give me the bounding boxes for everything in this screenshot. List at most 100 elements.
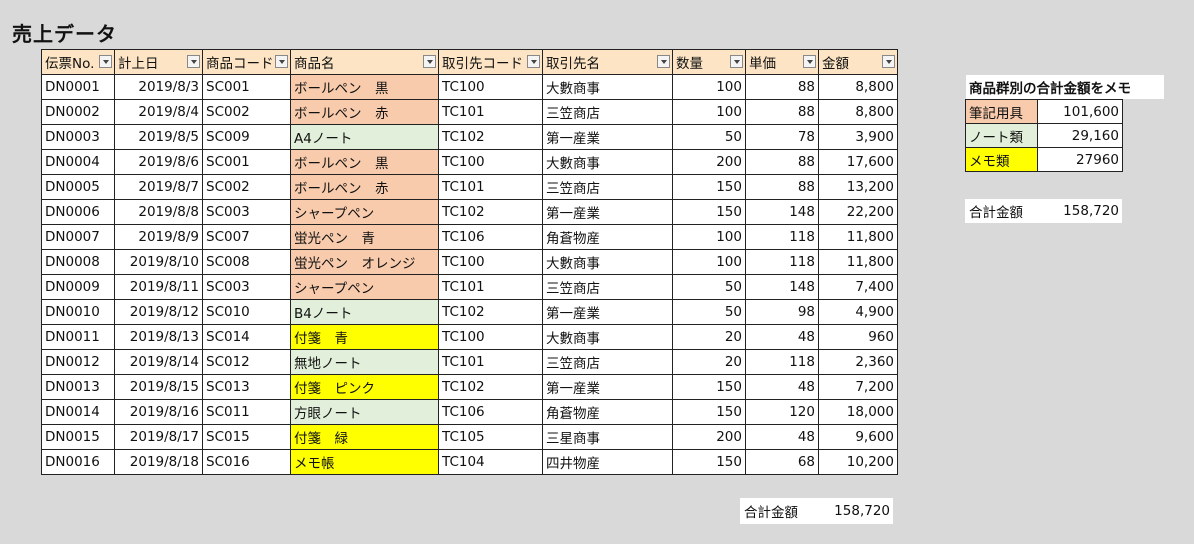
memo-category[interactable]: メモ類 <box>965 147 1038 172</box>
cell[interactable]: TC100 <box>438 324 543 350</box>
cell[interactable]: 118 <box>745 249 819 275</box>
filter-dropdown-icon[interactable] <box>657 55 670 68</box>
cell[interactable]: TC100 <box>438 249 543 275</box>
cell[interactable]: 第一産業 <box>542 299 673 325</box>
cell[interactable]: 98 <box>745 299 819 325</box>
cell[interactable]: 18,000 <box>818 399 898 425</box>
cell[interactable]: 三笠商店 <box>542 349 673 375</box>
cell[interactable]: 88 <box>745 149 819 175</box>
cell[interactable]: 118 <box>745 349 819 375</box>
cell[interactable]: 2019/8/17 <box>114 424 203 450</box>
cell[interactable]: DN0008 <box>41 249 115 275</box>
cell[interactable]: ボールペン 赤 <box>290 174 439 200</box>
cell[interactable]: SC009 <box>202 124 291 150</box>
cell[interactable]: 20 <box>672 349 746 375</box>
cell[interactable]: 付箋 ピンク <box>290 374 439 400</box>
cell[interactable]: 50 <box>672 274 746 300</box>
cell[interactable]: 7,200 <box>818 374 898 400</box>
column-header[interactable]: 伝票No. <box>41 49 115 75</box>
cell[interactable]: 50 <box>672 124 746 150</box>
cell[interactable]: TC100 <box>438 74 543 100</box>
memo-total-label[interactable]: 合計金額 <box>965 201 1049 221</box>
memo-title[interactable]: 商品群別の合計金額をメモ <box>966 75 1164 99</box>
cell[interactable]: DN0007 <box>41 224 115 250</box>
cell[interactable]: TC104 <box>438 449 543 475</box>
cell[interactable]: SC003 <box>202 199 291 225</box>
column-header[interactable]: 金額 <box>818 49 898 75</box>
memo-value[interactable]: 29,160 <box>1037 123 1123 148</box>
cell[interactable]: DN0011 <box>41 324 115 350</box>
cell[interactable]: SC008 <box>202 249 291 275</box>
cell[interactable]: 2019/8/4 <box>114 99 203 125</box>
cell[interactable]: 8,800 <box>818 99 898 125</box>
memo-value[interactable]: 101,600 <box>1037 99 1123 124</box>
cell[interactable]: SC012 <box>202 349 291 375</box>
cell[interactable]: TC100 <box>438 149 543 175</box>
filter-dropdown-icon[interactable] <box>803 55 816 68</box>
cell[interactable]: TC101 <box>438 274 543 300</box>
cell[interactable]: 角蒼物産 <box>542 224 673 250</box>
cell[interactable]: 100 <box>672 74 746 100</box>
cell[interactable]: 2019/8/16 <box>114 399 203 425</box>
cell[interactable]: 2019/8/3 <box>114 74 203 100</box>
filter-dropdown-icon[interactable] <box>527 55 540 68</box>
cell[interactable]: TC101 <box>438 99 543 125</box>
cell[interactable]: 大數商事 <box>542 324 673 350</box>
cell[interactable]: 第一産業 <box>542 199 673 225</box>
cell[interactable]: 150 <box>672 199 746 225</box>
cell[interactable]: SC003 <box>202 274 291 300</box>
column-header[interactable]: 計上日 <box>114 49 203 75</box>
cell[interactable]: 8,800 <box>818 74 898 100</box>
cell[interactable]: 三星商事 <box>542 424 673 450</box>
cell[interactable]: DN0015 <box>41 424 115 450</box>
cell[interactable]: 150 <box>672 399 746 425</box>
cell[interactable]: DN0012 <box>41 349 115 375</box>
cell[interactable]: 100 <box>672 99 746 125</box>
cell[interactable]: 200 <box>672 149 746 175</box>
cell[interactable]: SC007 <box>202 224 291 250</box>
cell[interactable]: 2,360 <box>818 349 898 375</box>
cell[interactable]: 960 <box>818 324 898 350</box>
cell[interactable]: 120 <box>745 399 819 425</box>
cell[interactable]: 蛍光ペン オレンジ <box>290 249 439 275</box>
cell[interactable]: DN0005 <box>41 174 115 200</box>
cell[interactable]: 2019/8/18 <box>114 449 203 475</box>
cell[interactable]: TC102 <box>438 199 543 225</box>
cell[interactable]: 角蒼物産 <box>542 399 673 425</box>
cell[interactable]: 11,800 <box>818 224 898 250</box>
cell[interactable]: A4ノート <box>290 124 439 150</box>
cell[interactable]: 9,600 <box>818 424 898 450</box>
cell[interactable]: 50 <box>672 299 746 325</box>
cell[interactable]: 2019/8/5 <box>114 124 203 150</box>
filter-dropdown-icon[interactable] <box>423 55 436 68</box>
cell[interactable]: DN0009 <box>41 274 115 300</box>
cell[interactable]: 蛍光ペン 青 <box>290 224 439 250</box>
cell[interactable]: 大數商事 <box>542 249 673 275</box>
column-header[interactable]: 取引先名 <box>542 49 673 75</box>
cell[interactable]: 2019/8/14 <box>114 349 203 375</box>
memo-category[interactable]: ノート類 <box>965 123 1038 148</box>
cell[interactable]: 48 <box>745 374 819 400</box>
cell[interactable]: SC002 <box>202 174 291 200</box>
cell[interactable]: 2019/8/7 <box>114 174 203 200</box>
grand-total-value[interactable]: 158,720 <box>824 503 893 519</box>
column-header[interactable]: 取引先コード <box>438 49 543 75</box>
cell[interactable]: 68 <box>745 449 819 475</box>
cell[interactable]: 11,800 <box>818 249 898 275</box>
cell[interactable]: TC106 <box>438 224 543 250</box>
cell[interactable]: SC010 <box>202 299 291 325</box>
cell[interactable]: 2019/8/15 <box>114 374 203 400</box>
cell[interactable]: 三笠商店 <box>542 274 673 300</box>
cell[interactable]: 2019/8/10 <box>114 249 203 275</box>
cell[interactable]: 2019/8/13 <box>114 324 203 350</box>
filter-dropdown-icon[interactable] <box>730 55 743 68</box>
cell[interactable]: 22,200 <box>818 199 898 225</box>
cell[interactable]: TC105 <box>438 424 543 450</box>
cell[interactable]: 大數商事 <box>542 74 673 100</box>
cell[interactable]: 付箋 緑 <box>290 424 439 450</box>
cell[interactable]: 三笠商店 <box>542 174 673 200</box>
cell[interactable]: 148 <box>745 274 819 300</box>
cell[interactable]: 2019/8/6 <box>114 149 203 175</box>
cell[interactable]: 大數商事 <box>542 149 673 175</box>
cell[interactable]: 118 <box>745 224 819 250</box>
